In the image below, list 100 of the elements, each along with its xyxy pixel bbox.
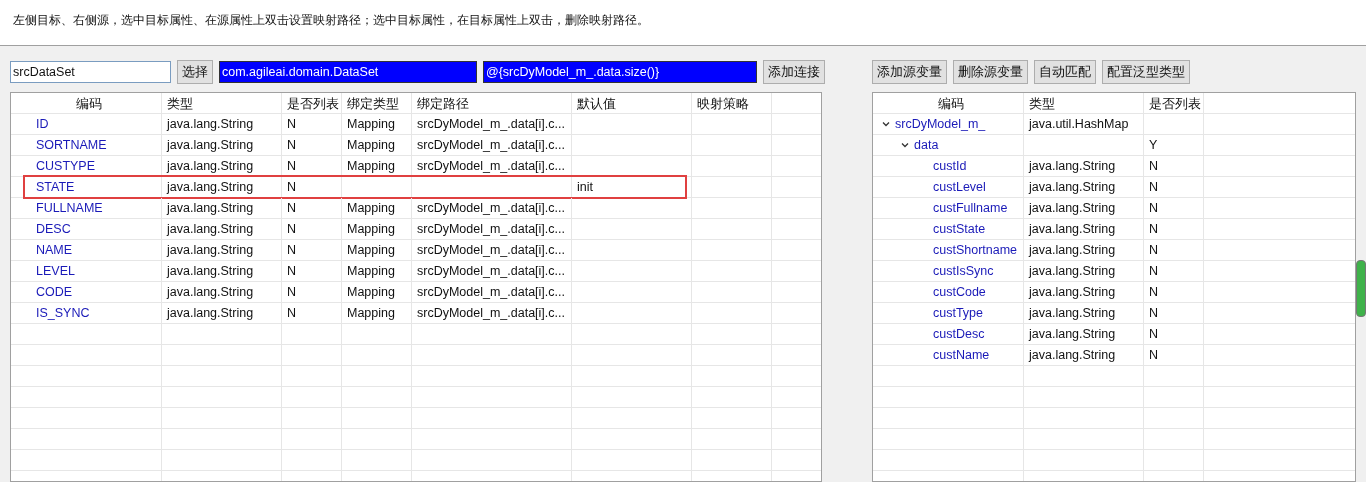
column-header: 是否列表: [1144, 93, 1204, 113]
tree-item[interactable]: custLevel: [933, 177, 986, 197]
table-cell: Mapping: [342, 240, 412, 260]
table-cell: FULLNAME: [11, 198, 162, 218]
tree-item[interactable]: custCode: [933, 282, 986, 302]
table-cell: ID: [11, 114, 162, 134]
column-header: 是否列表: [282, 93, 342, 113]
table-cell: DESC: [11, 219, 162, 239]
table-cell: java.lang.String: [1024, 198, 1144, 218]
column-header: 类型: [162, 93, 282, 113]
table-cell: Mapping: [342, 114, 412, 134]
select-button[interactable]: 选择: [177, 60, 213, 84]
table-cell: java.lang.String: [162, 156, 282, 176]
table-cell: srcDyModel_m_.data[i].c...: [412, 303, 572, 323]
table-cell: Mapping: [342, 156, 412, 176]
chevron-icon[interactable]: [900, 140, 910, 150]
toolbar-button[interactable]: 配置泛型类型: [1102, 60, 1190, 84]
column-header: 绑定类型: [342, 93, 412, 113]
table-cell: Mapping: [342, 282, 412, 302]
table-cell: N: [1144, 282, 1204, 302]
tree-item[interactable]: custShortname: [933, 240, 1018, 260]
tree-item[interactable]: custId: [933, 156, 967, 176]
column-header: 类型: [1024, 93, 1144, 113]
column-header: 编码: [11, 93, 162, 113]
table-cell: CUSTYPE: [11, 156, 162, 176]
table-cell: CODE: [11, 282, 162, 302]
table-cell: java.lang.String: [162, 282, 282, 302]
table-cell: java.lang.String: [162, 198, 282, 218]
table-cell: srcDyModel_m_.data[i].c...: [412, 135, 572, 155]
tree-item[interactable]: custIsSync: [933, 261, 994, 281]
table-cell: java.lang.String: [1024, 219, 1144, 239]
table-cell: N: [282, 261, 342, 281]
table-cell: Y: [1144, 135, 1204, 155]
table-cell: N: [1144, 303, 1204, 323]
toolbar-button[interactable]: 删除源变量: [953, 60, 1028, 84]
table-cell: N: [282, 303, 342, 323]
table-cell: java.util.HashMap: [1024, 114, 1144, 134]
table-cell: srcDyModel_m_.data[i].c...: [412, 261, 572, 281]
table-cell: N: [282, 156, 342, 176]
toolbar-button[interactable]: 添加源变量: [872, 60, 947, 84]
add-link-button[interactable]: 添加连接: [763, 60, 825, 84]
table-cell: java.lang.String: [162, 240, 282, 260]
table-cell: LEVEL: [11, 261, 162, 281]
scrollbar-thumb[interactable]: [1356, 260, 1366, 317]
table-cell: N: [282, 282, 342, 302]
table-cell: STATE: [11, 177, 162, 197]
column-header: 映射策略: [692, 93, 772, 113]
table-cell: IS_SYNC: [11, 303, 162, 323]
table-cell: java.lang.String: [1024, 324, 1144, 344]
instruction-text: 左侧目标、右侧源，选中目标属性、在源属性上双击设置映射路径；选中目标属性，在目标属性上双击，删除映射路径。: [13, 13, 649, 27]
table-cell: java.lang.String: [162, 261, 282, 281]
table-cell: N: [282, 198, 342, 218]
tree-item[interactable]: custName: [933, 345, 990, 365]
tree-item[interactable]: custFullname: [933, 198, 1008, 218]
table-cell: srcDyModel_m_.data[i].c...: [412, 240, 572, 260]
table-cell: java.lang.String: [162, 135, 282, 155]
table-cell: java.lang.String: [1024, 177, 1144, 197]
table-cell: java.lang.String: [1024, 345, 1144, 365]
table-cell: java.lang.String: [1024, 240, 1144, 260]
table-cell: srcDyModel_m_.data[i].c...: [412, 156, 572, 176]
tree-item[interactable]: data: [914, 135, 939, 155]
table-cell: Mapping: [342, 135, 412, 155]
table-cell: NAME: [11, 240, 162, 260]
table-cell: N: [282, 219, 342, 239]
text-field[interactable]: srcDataSet: [10, 61, 171, 83]
table-cell: java.lang.String: [1024, 261, 1144, 281]
table-cell: java.lang.String: [1024, 303, 1144, 323]
table-cell: N: [282, 240, 342, 260]
table-cell: Mapping: [342, 198, 412, 218]
table-cell: N: [282, 114, 342, 134]
table-cell: N: [282, 135, 342, 155]
tree-item[interactable]: custType: [933, 303, 984, 323]
text-field[interactable]: com.agileai.domain.DataSet: [219, 61, 477, 83]
table-cell: java.lang.String: [1024, 282, 1144, 302]
table-cell: N: [282, 177, 342, 197]
table-cell: N: [1144, 345, 1204, 365]
toolbar-button[interactable]: 自动匹配: [1034, 60, 1096, 84]
table-cell: srcDyModel_m_.data[i].c...: [412, 114, 572, 134]
table-cell: java.lang.String: [162, 114, 282, 134]
column-header: 默认值: [572, 93, 692, 113]
table-cell: java.lang.String: [162, 219, 282, 239]
table-cell: java.lang.String: [162, 303, 282, 323]
table-cell: init: [572, 177, 692, 197]
table-cell: N: [1144, 324, 1204, 344]
column-header: 绑定路径: [412, 93, 572, 113]
table-cell: N: [1144, 177, 1204, 197]
table-cell: Mapping: [342, 303, 412, 323]
tree-item[interactable]: srcDyModel_m_: [895, 114, 986, 134]
tree-item[interactable]: custDesc: [933, 324, 985, 344]
tree-item[interactable]: custState: [933, 219, 986, 239]
chevron-icon[interactable]: [881, 119, 891, 129]
text-field[interactable]: @{srcDyModel_m_.data.size()}: [483, 61, 757, 83]
table-cell: SORTNAME: [11, 135, 162, 155]
table-cell: Mapping: [342, 219, 412, 239]
table-cell: N: [1144, 156, 1204, 176]
table-cell: java.lang.String: [162, 177, 282, 197]
table-cell: java.lang.String: [1024, 156, 1144, 176]
table-cell: srcDyModel_m_.data[i].c...: [412, 198, 572, 218]
table-cell: N: [1144, 261, 1204, 281]
table-cell: N: [1144, 219, 1204, 239]
